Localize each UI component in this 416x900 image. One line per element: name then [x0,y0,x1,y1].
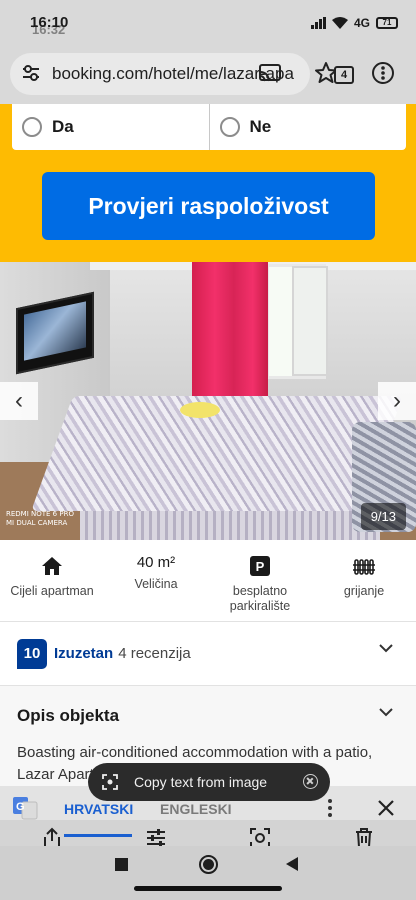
text-scan-icon [102,774,118,790]
status-icons: 4G 71 [310,16,398,30]
facility-label: Cijeli apartman [10,584,94,598]
copy-text-toast[interactable]: Copy text from image [88,763,330,801]
facility-size-value: 40 m² [136,554,176,571]
photo-curtain [192,262,268,408]
home-gesture-pill[interactable] [134,886,282,891]
wifi-icon [331,17,348,29]
facilities-row: Cijeli apartman 40 m² Veličina P besplat… [0,540,416,622]
recent-apps-button[interactable] [115,858,128,871]
status-bar: 16:32 16:10 4G 71 [0,0,416,46]
active-language-underline [64,834,132,837]
network-type: 4G [353,16,370,30]
google-translate-icon: G [13,797,38,820]
browser-menu-icon[interactable] [370,60,396,86]
cast-icon[interactable] [258,62,282,84]
svg-text:G: G [16,801,25,813]
description-title: Opis objekta [17,706,120,725]
close-icon[interactable] [376,798,396,818]
gallery-next-button[interactable]: › [378,382,416,420]
parking-icon: P [250,556,270,576]
source-language-tab[interactable]: HRVATSKI [64,801,133,817]
site-settings-icon[interactable] [20,62,42,84]
facility-label: Veličina [134,577,178,591]
toast-close-icon[interactable] [303,774,318,789]
home-icon [41,554,63,578]
photo-window-frame [292,266,328,376]
camera-watermark: REDMI NOTE 6 PRO MI DUAL CAMERA [6,510,74,528]
status-time: 16:10 [30,14,69,31]
check-availability-button[interactable]: Provjeri raspoloživost [42,172,375,240]
option-yes-label: Da [52,117,74,136]
radio-no[interactable] [219,117,240,137]
facility-label: grijanje [343,584,385,598]
review-rating-word: Izuzetan [54,645,114,662]
back-button[interactable] [286,857,298,871]
reviews-summary[interactable]: 10 Izuzetan 4 recenzija [0,622,416,686]
gallery-prev-button[interactable]: ‹ [0,382,38,420]
browser-toolbar: booking.com/hotel/me/lazar-apa 4 [0,46,416,104]
chevron-down-icon[interactable] [378,704,394,720]
heater-icon [353,554,375,578]
facility-size: 40 m² Veličina [104,540,208,621]
facility-heating: grijanje [312,540,416,621]
battery-level: 71 [382,18,392,27]
translate-options-icon[interactable] [327,799,333,817]
facility-label: besplatno parkiralište [229,584,291,613]
booking-panel: Da Ne Provjeri raspoloživost [0,104,416,262]
photo-gallery[interactable]: REDMI NOTE 6 PRO MI DUAL CAMERA ‹ › 9/13 [0,262,416,540]
target-language-tab[interactable]: ENGLESKI [160,801,232,817]
photo-counter: 9/13 [360,503,406,530]
system-nav-bar [0,846,416,900]
option-yes[interactable]: Da [12,104,209,150]
watermark-line-2: MI DUAL CAMERA [6,519,68,527]
tab-switcher-icon[interactable]: 4 [334,66,354,84]
battery-icon: 71 [376,17,398,29]
photo-towel [180,402,220,418]
radio-yes[interactable] [22,117,42,137]
facility-free-parking: P besplatno parkiralište [208,540,312,621]
signal-icon [310,17,326,29]
copy-text-label: Copy text from image [134,774,268,790]
facility-entire-apartment: Cijeli apartman [0,540,104,621]
option-no[interactable]: Ne [208,104,407,150]
home-button[interactable] [199,855,218,874]
review-count: 4 recenzija [118,645,191,662]
yes-no-selector: Da Ne [12,104,406,150]
photo-tv-screen [24,301,86,361]
parking-icon-wrap: P [250,554,270,578]
review-score-badge: 10 [17,638,47,669]
watermark-line-1: REDMI NOTE 6 PRO [6,510,74,518]
chevron-down-icon[interactable] [378,640,394,656]
option-no-label: Ne [249,117,272,136]
